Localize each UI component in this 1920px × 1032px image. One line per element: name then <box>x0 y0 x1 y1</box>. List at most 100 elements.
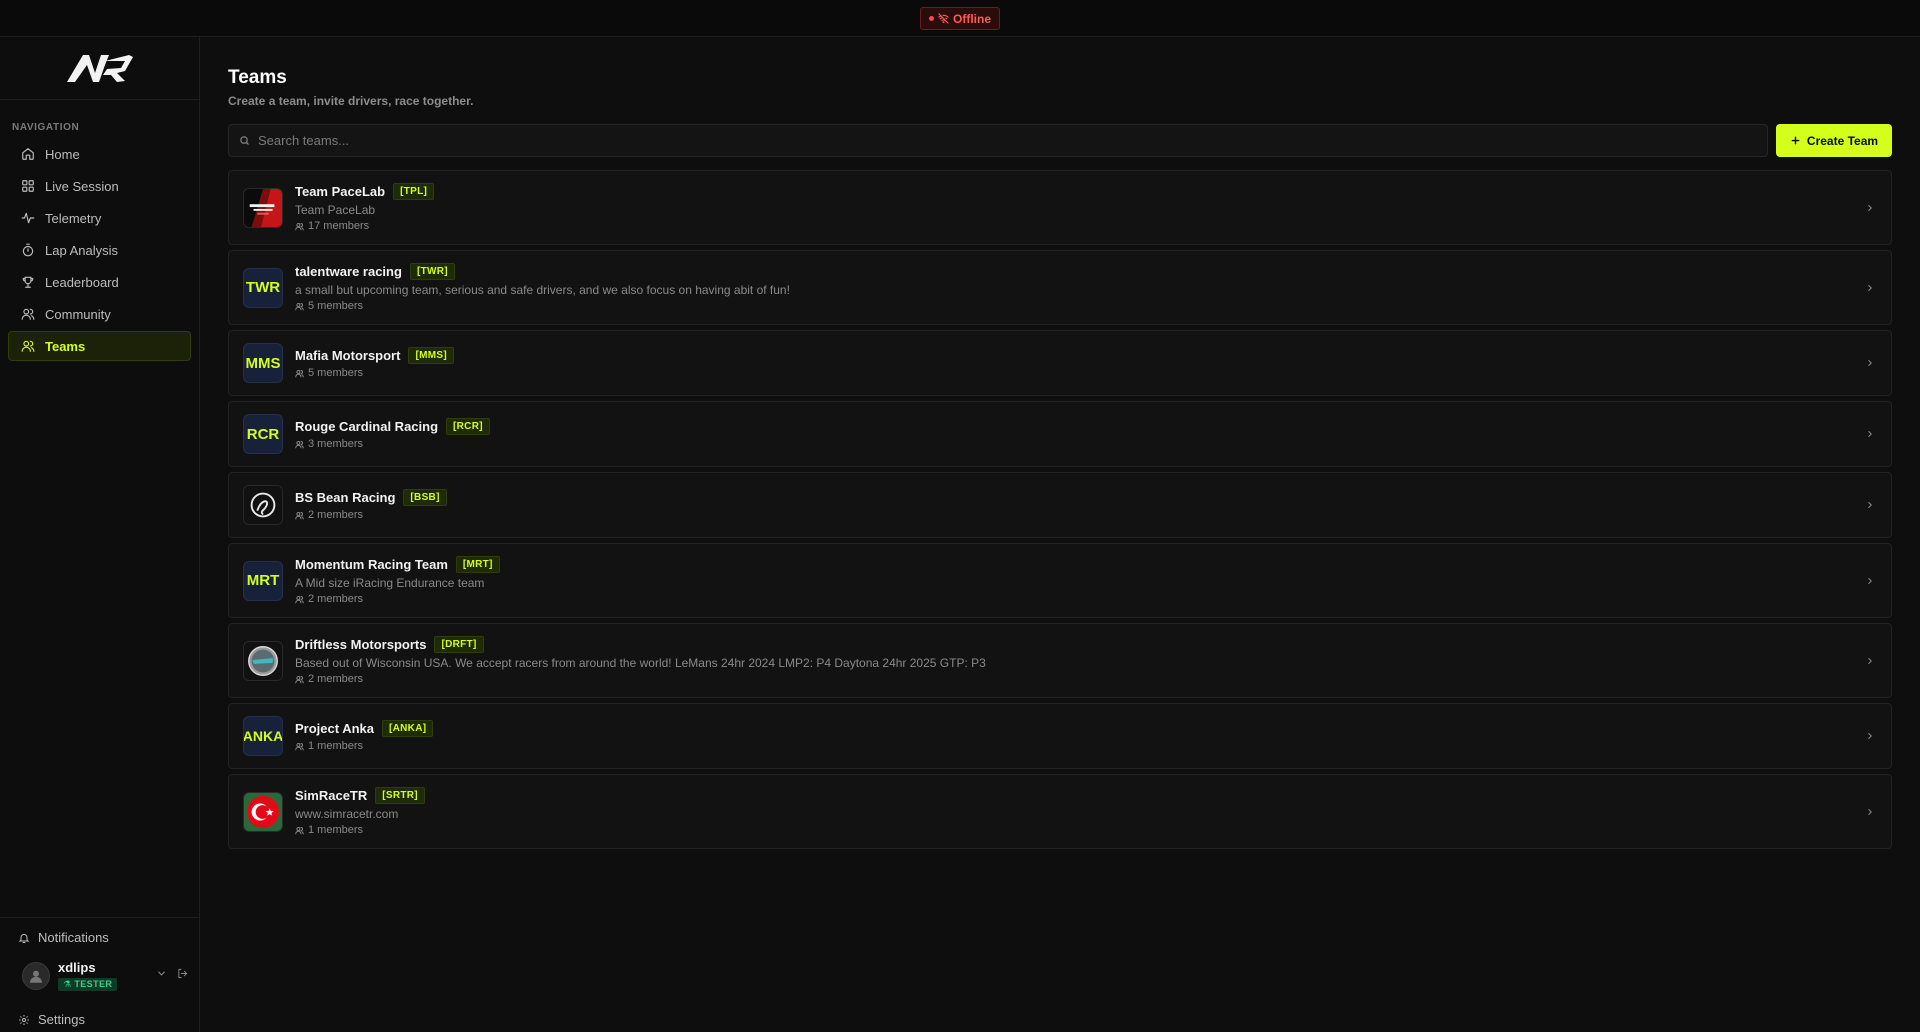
team-name: BS Bean Racing <box>295 490 396 505</box>
members-count: 17 members <box>308 220 370 232</box>
team-logo <box>243 640 283 681</box>
trophy-icon <box>22 276 34 288</box>
sidebar-item-label: Lap Analysis <box>45 242 118 258</box>
sidebar-item-label: Home <box>45 146 80 162</box>
members-count: 2 members <box>308 673 364 685</box>
team-name: Rouge Cardinal Racing <box>295 419 439 434</box>
sidebar-item-teams[interactable]: Teams <box>8 331 191 361</box>
team-name: Project Anka <box>295 721 374 736</box>
team-card-rouge-cardinal-racing[interactable]: RCR Rouge Cardinal Racing [RCR] 3 member… <box>228 401 1892 467</box>
users-icon <box>295 369 304 377</box>
sidebar-item-label: Teams <box>45 338 86 354</box>
team-name: Momentum Racing Team <box>295 557 448 572</box>
team-logo: TWR <box>243 267 283 308</box>
notifications-link[interactable]: Notifications <box>18 930 109 945</box>
sidebar-item-home[interactable]: Home <box>8 139 191 169</box>
members-count: 1 members <box>308 824 364 836</box>
sidebar-item-label: Live Session <box>45 178 119 194</box>
team-card-project-anka[interactable]: ANKA Project Anka [ANKA] 1 members <box>228 703 1892 769</box>
members-count: 5 members <box>308 300 364 312</box>
team-tag: [MMS] <box>408 347 454 364</box>
team-card-momentum-racing-team[interactable]: MRT Momentum Racing Team [MRT] A Mid siz… <box>228 543 1892 618</box>
team-members: 17 members <box>295 220 434 232</box>
team-card-talentware-racing[interactable]: TWR talentware racing [TWR] a small but … <box>228 250 1892 325</box>
user-name: xdlips <box>58 960 96 975</box>
team-members: 2 members <box>295 673 986 685</box>
users-icon <box>21 340 35 352</box>
team-card-team-pacelab[interactable]: Team PaceLab [TPL] Team PaceLab 17 membe… <box>228 170 1892 245</box>
users-icon <box>295 302 304 310</box>
create-team-label: Create Team <box>1806 133 1879 148</box>
notifications-label: Notifications <box>38 930 109 945</box>
team-card-mafia-motorsport[interactable]: MMS Mafia Motorsport [MMS] 5 members <box>228 330 1892 396</box>
search-icon <box>240 136 249 145</box>
team-description: A Mid size iRacing Endurance team <box>295 576 485 590</box>
team-tag: [TWR] <box>409 263 455 280</box>
gear-icon <box>19 1014 29 1025</box>
sidebar-item-community[interactable]: Community <box>8 299 191 329</box>
team-members: 2 members <box>295 593 500 605</box>
pacelab-logo-icon <box>244 188 282 227</box>
members-count: 2 members <box>308 509 364 521</box>
plus-icon <box>1791 136 1800 145</box>
nav-section-title: NAVIGATION <box>12 122 80 133</box>
driftless-logo-icon <box>244 641 282 680</box>
chevron-down-icon[interactable] <box>156 968 167 979</box>
settings-label: Settings <box>38 1012 85 1027</box>
team-members: 1 members <box>295 824 425 836</box>
sidebar-item-live-session[interactable]: Live Session <box>8 171 191 201</box>
aq-logo-icon <box>66 55 133 82</box>
sidebar-item-telemetry[interactable]: Telemetry <box>8 203 191 233</box>
create-team-button[interactable]: Create Team <box>1776 124 1892 157</box>
team-name: Mafia Motorsport <box>295 348 401 363</box>
team-card-driftless-motorsports[interactable]: Driftless Motorsports [DRFT] Based out o… <box>228 623 1892 698</box>
sidebar-item-leaderboard[interactable]: Leaderboard <box>8 267 191 297</box>
team-members: 5 members <box>295 300 790 312</box>
team-logo: RCR <box>243 414 283 454</box>
sidebar-item-label: Telemetry <box>45 210 102 226</box>
main-content: Teams Create a team, invite drivers, rac… <box>228 37 1892 854</box>
team-card-simracetr[interactable]: SimRaceTR [SRTR] www.simracetr.com 1 mem… <box>228 774 1892 849</box>
users-icon <box>295 826 304 834</box>
team-name: Driftless Motorsports <box>295 637 427 652</box>
status-dot <box>929 16 934 21</box>
team-members: 3 members <box>295 438 490 450</box>
settings-link[interactable]: Settings <box>18 1012 85 1027</box>
user-profile[interactable]: xdlips ⚗ TESTER <box>22 960 192 992</box>
members-count: 2 members <box>308 593 364 605</box>
chevron-right-icon <box>1868 359 1872 367</box>
chevron-right-icon <box>1868 284 1872 291</box>
home-icon <box>22 148 34 160</box>
team-card-bs-bean-racing[interactable]: BS Bean Racing [BSB] 2 members <box>228 472 1892 538</box>
team-members: 2 members <box>295 509 447 521</box>
toolbar: Create Team <box>228 124 1892 157</box>
members-count: 1 members <box>308 740 364 752</box>
wifi-off-icon <box>938 13 949 24</box>
chevron-right-icon <box>1868 501 1872 509</box>
app-logo[interactable] <box>0 37 199 100</box>
team-name: talentware racing <box>295 264 402 279</box>
status-label: Offline <box>953 11 991 26</box>
team-tag: [BSB] <box>403 489 447 506</box>
connection-status-badge[interactable]: Offline <box>920 7 1000 30</box>
search-input[interactable] <box>258 133 1757 148</box>
activity-icon <box>21 212 35 224</box>
sidebar-item-lap-analysis[interactable]: Lap Analysis <box>8 235 191 265</box>
members-count: 5 members <box>308 367 364 379</box>
team-tag: [TPL] <box>393 183 435 200</box>
users-icon <box>295 222 304 230</box>
team-logo <box>243 791 283 832</box>
avatar <box>22 962 50 990</box>
team-name: SimRaceTR <box>295 788 368 803</box>
users-icon <box>295 742 304 750</box>
team-description: Based out of Wisconsin USA. We accept ra… <box>295 656 986 670</box>
team-members: 5 members <box>295 367 454 379</box>
sidebar-item-label: Leaderboard <box>45 274 119 290</box>
role-badge: ⚗ TESTER <box>58 978 118 991</box>
role-badge-label: TESTER <box>74 979 113 989</box>
user-avatar-icon <box>30 970 42 983</box>
team-description: Team PaceLab <box>295 203 376 217</box>
chevron-right-icon <box>1868 732 1872 740</box>
logout-icon[interactable] <box>177 968 188 979</box>
team-logo: MRT <box>243 560 283 601</box>
